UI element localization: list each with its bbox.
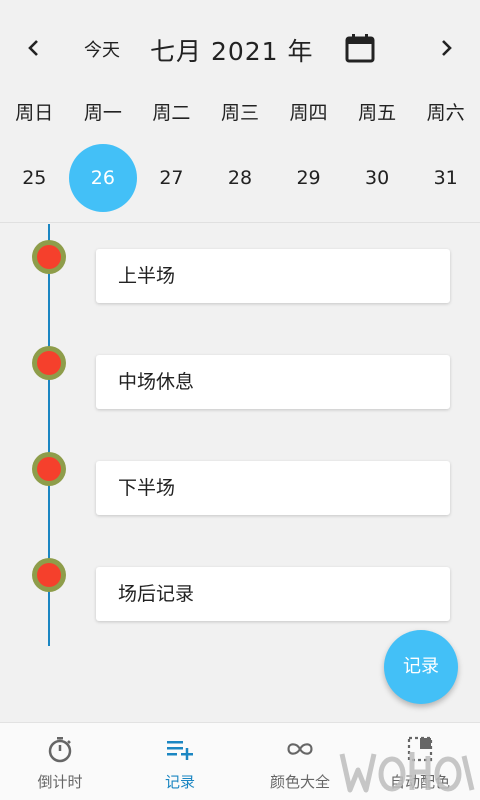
next-month-button[interactable] [428, 30, 464, 66]
record-fab-button[interactable]: 记录 [384, 630, 458, 704]
calendar-icon[interactable] [342, 30, 378, 66]
weekday-label: 周日 [15, 102, 54, 124]
date-cell[interactable]: 30 [343, 144, 412, 212]
weekday-label: 周一 [83, 102, 122, 124]
today-button[interactable]: 今天 [84, 36, 120, 62]
weekday-label: 周五 [358, 102, 397, 124]
weekday-label: 周四 [289, 102, 328, 124]
month-title[interactable]: 七月 2021 年 [150, 32, 314, 68]
calendar-header: 今天 七月 2021 年 [0, 0, 480, 96]
date-cell[interactable]: 27 [137, 144, 206, 212]
date-cell[interactable]: 28 [206, 144, 275, 212]
timeline-card[interactable]: 上半场 [96, 249, 450, 303]
date-cell[interactable]: 29 [274, 144, 343, 212]
stopwatch-icon [45, 735, 75, 763]
chevron-right-icon [442, 40, 452, 56]
tab-label: 倒计时 [37, 773, 83, 791]
date-cell[interactable]: 25 [0, 144, 69, 212]
watermark-logo [339, 752, 475, 793]
prev-month-button[interactable] [16, 30, 52, 66]
timeline-card[interactable]: 下半场 [96, 461, 450, 515]
weekday-label: 周三 [220, 102, 259, 124]
timeline-dot [32, 558, 66, 592]
playlist-add-icon [165, 735, 195, 763]
date-cell-selected[interactable]: 26 [68, 144, 138, 212]
date-cell[interactable]: 31 [411, 144, 480, 212]
infinity-icon [285, 735, 315, 763]
timeline-card[interactable]: 场后记录 [96, 567, 450, 621]
timeline-dot [32, 240, 66, 274]
tab-label: 记录 [164, 773, 195, 791]
timeline-dot [32, 452, 66, 486]
weekday-label: 周二 [152, 102, 191, 124]
timeline-card[interactable]: 中场休息 [96, 355, 450, 409]
header-divider [0, 222, 480, 223]
chevron-left-icon [28, 40, 38, 56]
weekday-label: 周六 [426, 102, 465, 124]
timeline-dot [32, 346, 66, 380]
tab-countdown[interactable]: 倒计时 [0, 723, 120, 800]
weekday-row: 周日 周一 周二 周三 周四 周五 周六 [0, 98, 480, 128]
tab-records[interactable]: 记录 [120, 723, 240, 800]
date-row: 25 26 27 28 29 30 31 [0, 144, 480, 212]
tab-label: 颜色大全 [269, 773, 330, 791]
